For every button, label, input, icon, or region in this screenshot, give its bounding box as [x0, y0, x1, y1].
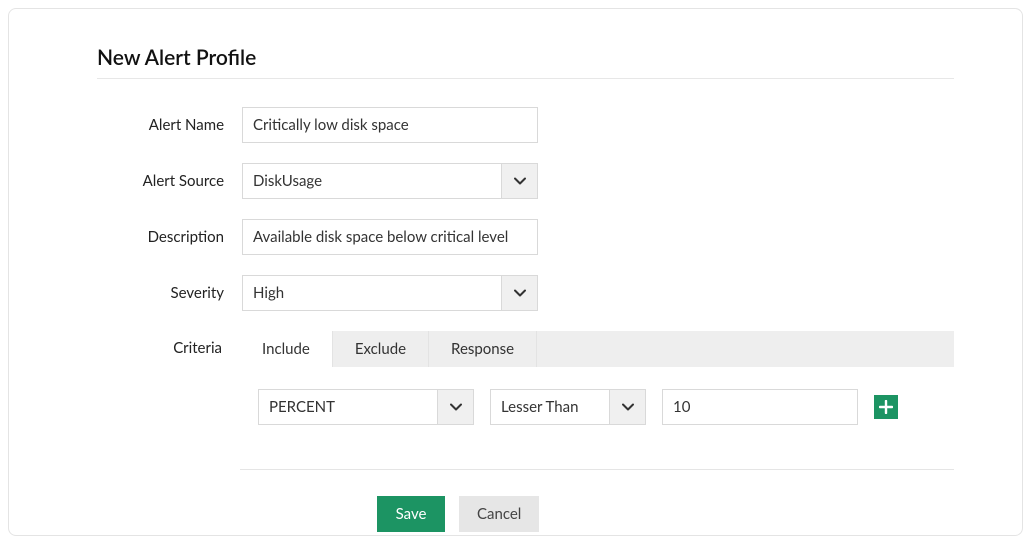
chevron-down-icon: [514, 287, 526, 299]
alert-profile-card: New Alert Profile Alert Name Alert Sourc…: [8, 8, 1023, 536]
severity-dropdown-button[interactable]: [501, 276, 537, 310]
save-button[interactable]: Save: [377, 496, 445, 532]
label-severity: Severity: [97, 284, 242, 302]
form-actions: Save Cancel: [377, 496, 954, 532]
row-description: Description: [97, 219, 954, 255]
alert-source-select[interactable]: DiskUsage: [242, 163, 538, 199]
criteria-body: PERCENT Lesser Than: [240, 367, 954, 469]
criteria-operator-value: Lesser Than: [491, 390, 609, 424]
severity-select[interactable]: High: [242, 275, 538, 311]
severity-value: High: [243, 276, 501, 310]
cancel-button[interactable]: Cancel: [459, 496, 539, 532]
plus-icon: [879, 400, 893, 414]
chevron-down-icon: [450, 401, 462, 413]
add-criteria-button[interactable]: [874, 395, 898, 419]
row-alert-source: Alert Source DiskUsage: [97, 163, 954, 199]
tab-exclude[interactable]: Exclude: [333, 331, 429, 367]
criteria-field-dropdown-button[interactable]: [437, 390, 473, 424]
alert-source-value: DiskUsage: [243, 164, 501, 198]
label-criteria: Criteria: [97, 331, 240, 357]
label-description: Description: [97, 228, 242, 246]
criteria-tabs: Include Exclude Response: [240, 331, 954, 367]
title-divider: [97, 78, 954, 79]
row-criteria: Criteria Include Exclude Response PERCEN…: [97, 331, 954, 470]
page-title: New Alert Profile: [97, 45, 954, 70]
row-alert-name: Alert Name: [97, 107, 954, 143]
label-alert-source: Alert Source: [97, 172, 242, 190]
criteria-value-input[interactable]: [662, 389, 858, 425]
row-severity: Severity High: [97, 275, 954, 311]
criteria-operator-select[interactable]: Lesser Than: [490, 389, 646, 425]
alert-source-dropdown-button[interactable]: [501, 164, 537, 198]
label-alert-name: Alert Name: [97, 116, 242, 134]
chevron-down-icon: [622, 401, 634, 413]
criteria-operator-dropdown-button[interactable]: [609, 390, 645, 424]
alert-name-input[interactable]: [242, 107, 538, 143]
description-input[interactable]: [242, 219, 538, 255]
tab-include[interactable]: Include: [240, 331, 333, 367]
criteria-area: Include Exclude Response PERCENT Lesser: [240, 331, 954, 470]
alert-profile-form: Alert Name Alert Source DiskUsage Descri…: [97, 107, 954, 532]
chevron-down-icon: [514, 175, 526, 187]
tab-response[interactable]: Response: [429, 331, 537, 367]
criteria-field-select[interactable]: PERCENT: [258, 389, 474, 425]
criteria-field-value: PERCENT: [259, 390, 437, 424]
